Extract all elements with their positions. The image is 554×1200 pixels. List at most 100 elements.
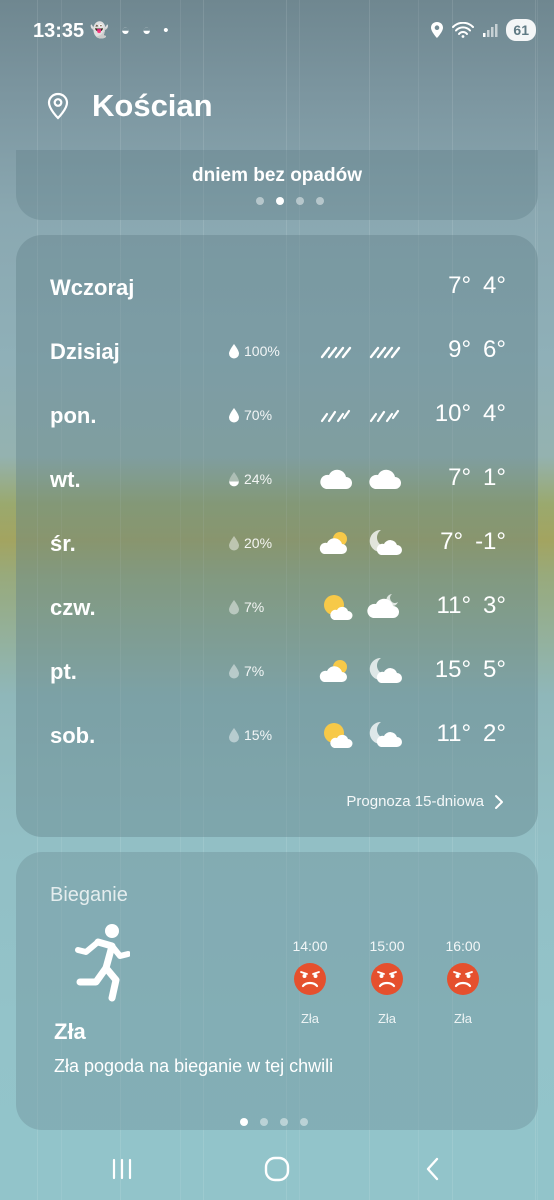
page-dot xyxy=(300,1118,308,1126)
sad-face-icon xyxy=(447,963,479,995)
city-name: Kościan xyxy=(92,88,213,123)
rain-icon xyxy=(369,346,401,359)
forecast-temps: 7° 1° xyxy=(448,464,506,492)
running-status: Zła xyxy=(54,1019,86,1044)
daily-forecast-card[interactable]: Wczoraj 7° 4° Dzisiaj 100% 9° 6° pon. 70% … xyxy=(16,235,538,837)
moon-cloud-icon xyxy=(369,721,402,747)
status-bar: 13:35 👻 ◒ ◒ • 61 xyxy=(0,0,554,62)
back-icon xyxy=(426,1157,439,1181)
forecast-day: pt. xyxy=(50,659,77,684)
precipitation-value: 7% xyxy=(244,599,265,615)
sun-cloud-icon xyxy=(324,723,353,748)
temp-high: 11° xyxy=(436,592,472,619)
recent-apps-button[interactable] xyxy=(102,1154,142,1184)
forecast-day: śr. xyxy=(50,531,76,556)
raindrop-icon xyxy=(229,344,239,359)
back-button[interactable] xyxy=(413,1154,453,1184)
rain-icon xyxy=(369,409,400,423)
forecast-row[interactable]: Wczoraj 7° 4° xyxy=(16,263,538,313)
temp-high: 15° xyxy=(434,656,472,683)
temp-high: 10° xyxy=(434,400,472,427)
temp-low: 4° xyxy=(483,400,506,427)
page-dot-active xyxy=(276,197,284,205)
precipitation: 20% xyxy=(228,535,272,551)
forecast-day: czw. xyxy=(50,595,96,620)
temp-high: 11° xyxy=(436,720,472,747)
slot-label: Zła xyxy=(377,1011,397,1026)
running-card[interactable]: Bieganie Zła Zła pogoda na bieganie w te… xyxy=(16,852,538,1130)
navigation-bar xyxy=(0,1140,554,1200)
precipitation: 7% xyxy=(228,663,264,679)
forecast-row[interactable]: pon. 70% 10° 4° xyxy=(16,391,538,441)
slot-time: 16:00 xyxy=(445,938,481,954)
location-header[interactable]: Kościan xyxy=(46,88,213,124)
raindrop-icon xyxy=(229,728,239,743)
forecast-temps: 11° 2° xyxy=(437,720,506,748)
partly-sunny-icon xyxy=(319,660,347,682)
forecast-15-day-link[interactable]: Prognoza 15-dniowa xyxy=(346,793,504,810)
recent-apps-icon xyxy=(112,1158,132,1180)
forecast-row[interactable]: Dzisiaj 100% 9° 6° xyxy=(16,327,538,377)
raindrop-icon xyxy=(229,536,239,551)
slot-time: 15:00 xyxy=(369,938,405,954)
temp-low: 4° xyxy=(483,272,506,299)
forecast-day: Wczoraj xyxy=(50,275,135,300)
temp-low: 1° xyxy=(483,464,506,491)
running-title: Bieganie xyxy=(50,884,128,906)
home-icon xyxy=(264,1156,290,1182)
status-right: 61 xyxy=(430,19,536,41)
page-dot-active xyxy=(240,1118,248,1126)
moon-cloud-icon xyxy=(369,657,402,683)
rain-icon xyxy=(320,409,351,423)
status-time: 13:35 xyxy=(33,20,85,42)
temp-low: 6° xyxy=(483,336,506,363)
cloud-moon-icon xyxy=(367,594,399,618)
running-slot: 14:00 Zła xyxy=(280,938,340,1026)
forecast-row[interactable]: śr. 20% 7° -1° xyxy=(16,519,538,569)
summary-page-indicator xyxy=(256,197,324,205)
page-dot xyxy=(256,197,264,205)
wifi-icon xyxy=(452,22,475,38)
temp-high: 7° xyxy=(448,272,472,299)
cloud-icon xyxy=(320,469,352,489)
cloud-icon xyxy=(369,469,401,489)
temp-low: 2° xyxy=(483,720,506,747)
forecast-day: Dzisiaj xyxy=(50,339,120,364)
page-dot xyxy=(316,197,324,205)
forecast-row[interactable]: sob. 15% 11° 2° xyxy=(16,711,538,761)
temp-high: 7° xyxy=(448,464,472,491)
forecast-row[interactable]: wt. 24% 7° 1° xyxy=(16,455,538,505)
slot-label: Zła xyxy=(300,1011,320,1026)
running-description: Zła pogoda na bieganie w tej chwili xyxy=(54,1056,334,1076)
sun-cloud-icon xyxy=(324,595,353,620)
running-page-indicator xyxy=(240,1118,308,1126)
forecast-temps: 7° 4° xyxy=(448,272,506,300)
summary-card[interactable]: dniem bez opadów xyxy=(16,150,538,220)
page-dot xyxy=(260,1118,268,1126)
chevron-right-icon xyxy=(495,794,503,809)
precipitation: 100% xyxy=(228,343,280,359)
runner-icon xyxy=(75,924,130,1002)
temp-high: 7° xyxy=(440,528,464,555)
forecast-temps: 9° 6° xyxy=(448,336,506,364)
battery-indicator: 61 xyxy=(506,19,536,41)
precipitation: 7% xyxy=(228,599,264,615)
notification-icons: 👻 ◒ ◒ • xyxy=(90,22,173,39)
precipitation-value: 24% xyxy=(244,471,273,487)
forecast-day: pon. xyxy=(50,403,97,428)
raindrop-icon xyxy=(229,408,239,423)
raindrop-icon xyxy=(229,600,239,615)
home-button[interactable] xyxy=(257,1154,297,1184)
precipitation-value: 15% xyxy=(244,727,273,743)
forecast-day: sob. xyxy=(50,723,96,748)
signal-icon xyxy=(483,24,498,37)
precipitation: 24% xyxy=(228,471,272,487)
rain-icon xyxy=(320,346,352,359)
precipitation: 15% xyxy=(228,727,272,743)
forecast-row[interactable]: czw. 7% 11° 3° xyxy=(16,583,538,633)
forecast-day: wt. xyxy=(50,467,81,492)
temp-low: 5° xyxy=(483,656,506,683)
forecast-temps: 11° 3° xyxy=(437,592,506,620)
moon-cloud-icon xyxy=(369,529,402,555)
forecast-row[interactable]: pt. 7% 15° 5° xyxy=(16,647,538,697)
